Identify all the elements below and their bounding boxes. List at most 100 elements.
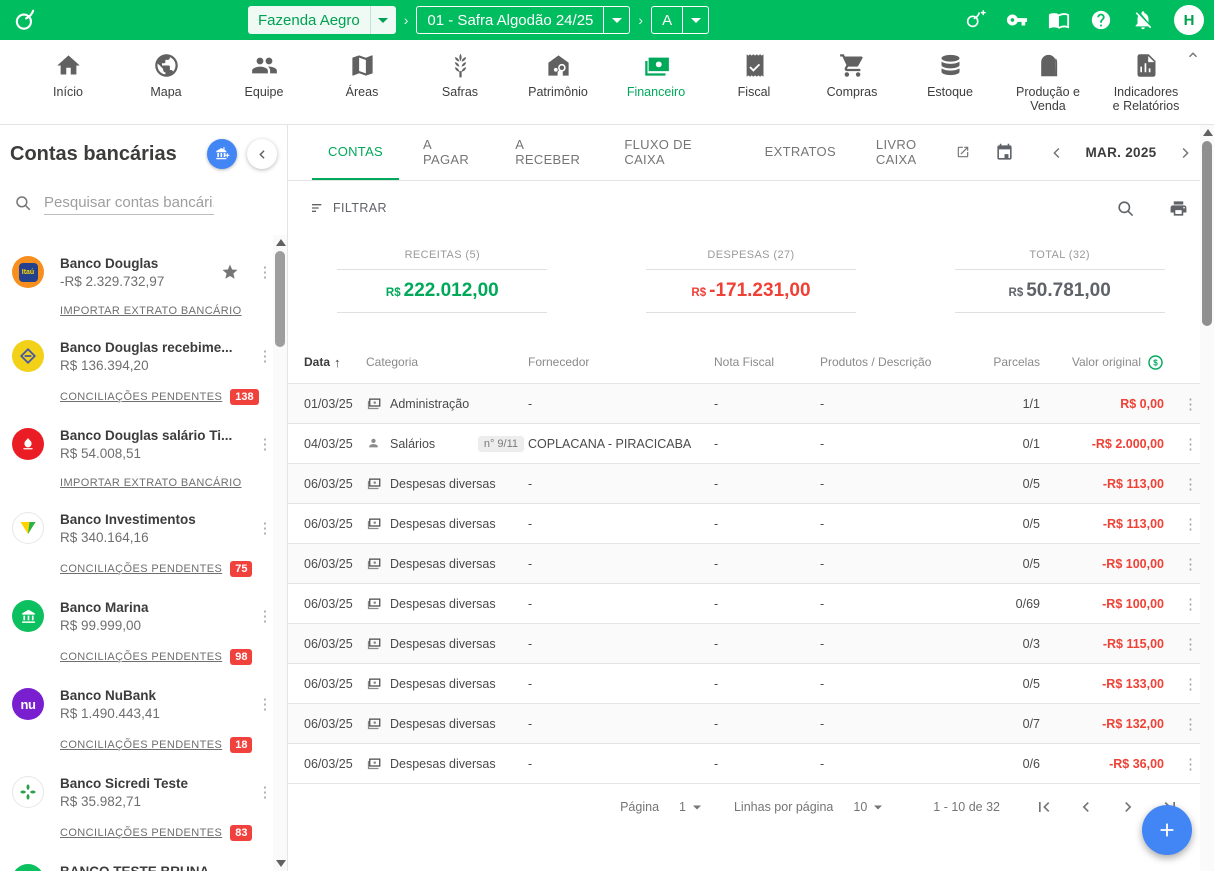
row-menu-icon[interactable]: ⋮ [1183,716,1198,733]
account-action-link[interactable]: CONCILIAÇÕES PENDENTES [60,827,222,839]
first-page-button[interactable] [1028,791,1060,823]
row-menu-icon[interactable]: ⋮ [1183,436,1198,453]
account-menu-icon[interactable]: ⋮ [257,695,273,713]
column-fornecedor[interactable]: Fornecedor [528,355,714,369]
star-icon[interactable] [221,263,239,281]
scroll-up-icon[interactable] [276,239,286,246]
transaction-row[interactable]: 06/03/25 Despesas diversas - - - 0/3 -R$… [288,623,1214,663]
row-menu-icon[interactable]: ⋮ [1183,396,1198,413]
account-action-link[interactable]: CONCILIAÇÕES PENDENTES [60,739,222,751]
account-menu-icon[interactable]: ⋮ [257,263,273,281]
column-produtos-descricao[interactable]: Produtos / Descrição [820,355,982,369]
main-scrollbar-thumb[interactable] [1202,141,1212,326]
next-month-button[interactable] [1168,136,1202,170]
tab-a-receber[interactable]: A RECEBER [499,125,600,180]
transaction-row[interactable]: 06/03/25 Despesas diversas - - - 0/5 -R$… [288,463,1214,503]
sidebar-scrollbar[interactable] [273,235,287,871]
transaction-products: - [820,757,982,771]
farm-selector-caret-icon[interactable] [370,6,396,34]
scroll-down-icon[interactable] [276,860,286,867]
tab-a-pagar[interactable]: A PAGAR [407,125,491,180]
account-action-link[interactable]: CONCILIAÇÕES PENDENTES [60,391,222,403]
row-menu-icon[interactable]: ⋮ [1183,596,1198,613]
account-menu-icon[interactable]: ⋮ [257,519,273,537]
nav-item-indicadores[interactable]: Indicadores e Relatórios [1110,52,1182,114]
tabbar: CONTAS A PAGAR A RECEBER FLUXO DE CAIXA … [288,125,1214,181]
row-menu-icon[interactable]: ⋮ [1183,516,1198,533]
tab-contas[interactable]: CONTAS [312,125,399,180]
key-icon[interactable] [1006,9,1028,31]
nav-item-financeiro[interactable]: Financeiro [620,52,692,99]
account-action-link[interactable]: IMPORTAR EXTRATO BANCÁRIO [60,477,242,489]
account-action-link[interactable]: CONCILIAÇÕES PENDENTES [60,563,222,575]
rows-per-page-select[interactable]: 10 [853,800,883,814]
notifications-off-icon[interactable] [1132,9,1154,31]
main-scrollbar[interactable] [1200,125,1214,871]
calendar-icon[interactable] [986,135,1022,171]
summary-totals: RECEITAS (5) R$222.012,00 DESPESAS (27) … [288,235,1214,341]
transaction-row[interactable]: 04/03/25 Salários n° 9/11 COPLACANA - PI… [288,423,1214,463]
print-icon[interactable] [1169,199,1188,218]
column-categoria[interactable]: Categoria [366,355,528,369]
tab-fluxo-de-caixa[interactable]: FLUXO DE CAIXA [608,125,740,180]
nav-item-inicio[interactable]: Início [32,52,104,99]
row-menu-icon[interactable]: ⋮ [1183,756,1198,773]
knowledge-book-icon[interactable] [1048,9,1070,31]
account-action-link[interactable]: CONCILIAÇÕES PENDENTES [60,651,222,663]
farm-selector[interactable]: Fazenda Aegro [248,6,396,34]
previous-month-button[interactable] [1040,136,1074,170]
transaction-row[interactable]: 01/03/25 Administração - - - 1/1 R$ 0,00… [288,383,1214,423]
safra-selector-caret-icon[interactable] [603,7,629,33]
nav-item-patrimonio[interactable]: Patrimônio [522,52,594,99]
user-avatar[interactable]: H [1174,5,1204,35]
column-parcelas[interactable]: Parcelas [982,355,1040,369]
add-transaction-fab[interactable] [1142,805,1192,855]
column-data[interactable]: Data↑ [304,355,366,370]
tab-extratos[interactable]: EXTRATOS [749,125,852,180]
nav-item-fiscal[interactable]: Fiscal [718,52,790,99]
next-page-button[interactable] [1112,791,1144,823]
page-select[interactable]: 1 [679,800,702,814]
safra-selector[interactable]: 01 - Safra Algodão 24/25 [416,6,630,34]
collapse-sidebar-button[interactable] [247,139,277,169]
map-icon [349,52,376,79]
row-menu-icon[interactable]: ⋮ [1183,476,1198,493]
row-menu-icon[interactable]: ⋮ [1183,556,1198,573]
account-menu-icon[interactable]: ⋮ [257,347,273,365]
nav-item-equipe[interactable]: Equipe [228,52,300,99]
nav-item-compras[interactable]: Compras [816,52,888,99]
transaction-row[interactable]: 06/03/25 Despesas diversas - - - 0/5 -R$… [288,543,1214,583]
transaction-row[interactable]: 06/03/25 Despesas diversas - - - 0/5 -R$… [288,663,1214,703]
add-bank-account-button[interactable] [207,139,237,169]
column-nota-fiscal[interactable]: Nota Fiscal [714,355,820,369]
column-valor-original[interactable]: Valor original $ [1040,354,1164,371]
account-action-link[interactable]: IMPORTAR EXTRATO BANCÁRIO [60,305,242,317]
previous-page-button[interactable] [1070,791,1102,823]
unit-selector-caret-icon[interactable] [682,7,708,33]
nav-item-mapa[interactable]: Mapa [130,52,202,99]
sidebar-scrollbar-thumb[interactable] [275,251,285,347]
transaction-date: 01/03/25 [304,397,366,411]
transaction-row[interactable]: 06/03/25 Despesas diversas - - - 0/69 -R… [288,583,1214,623]
nav-item-producao-venda[interactable]: Produção e Venda [1012,52,1084,114]
help-icon[interactable] [1090,9,1112,31]
filter-button[interactable]: FILTRAR [310,200,387,216]
transaction-row[interactable]: 06/03/25 Despesas diversas - - - 0/6 -R$… [288,743,1214,783]
search-transactions-icon[interactable] [1116,199,1135,218]
aegro-plus-icon[interactable] [964,9,986,31]
row-menu-icon[interactable]: ⋮ [1183,636,1198,653]
transaction-row[interactable]: 06/03/25 Despesas diversas - - - 0/7 -R$… [288,703,1214,743]
collapse-nav-icon[interactable] [1186,48,1200,62]
search-bank-accounts-input[interactable] [44,191,214,215]
tab-livro-caixa[interactable]: LIVRO CAIXA [860,125,986,180]
account-menu-icon[interactable]: ⋮ [257,435,273,453]
row-menu-icon[interactable]: ⋮ [1183,676,1198,693]
nav-item-estoque[interactable]: Estoque [914,52,986,99]
nav-item-areas[interactable]: Áreas [326,52,398,99]
account-menu-icon[interactable]: ⋮ [257,783,273,801]
nav-item-safras[interactable]: Safras [424,52,496,99]
unit-selector[interactable]: A [651,6,709,34]
account-menu-icon[interactable]: ⋮ [257,607,273,625]
scroll-up-icon[interactable] [1203,129,1213,136]
transaction-row[interactable]: 06/03/25 Despesas diversas - - - 0/5 -R$… [288,503,1214,543]
